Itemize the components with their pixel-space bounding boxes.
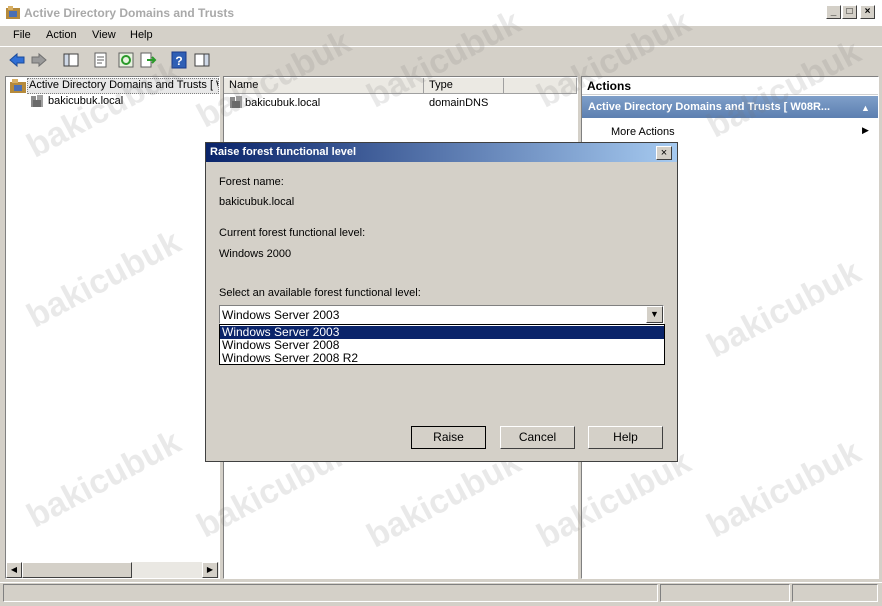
forest-name-label: Forest name: <box>219 176 284 188</box>
maximize-button[interactable]: □ <box>842 5 857 19</box>
menu-view[interactable]: View <box>92 29 116 41</box>
submenu-arrow-icon: ▶ <box>862 125 869 135</box>
actions-header: Actions <box>582 77 878 95</box>
dropdown-option[interactable]: Windows Server 2008 R2 <box>220 352 664 365</box>
chevron-down-icon[interactable]: ▼ <box>646 306 663 323</box>
ad-domains-trusts-icon <box>10 79 26 93</box>
export-list-icon[interactable] <box>139 51 157 69</box>
menu-action[interactable]: Action <box>46 29 77 41</box>
scroll-thumb[interactable] <box>22 562 132 578</box>
help-button[interactable]: Help <box>588 426 663 449</box>
tree-node-domain[interactable]: bakicubuk.local <box>48 95 123 107</box>
forward-arrow-icon[interactable] <box>30 51 48 69</box>
cancel-button[interactable]: Cancel <box>500 426 575 449</box>
ad-domains-trusts-app-icon <box>6 6 20 19</box>
svg-text:?: ? <box>175 54 182 68</box>
status-cell-main <box>3 584 658 602</box>
scroll-right-arrow-icon[interactable]: ▶ <box>202 562 218 578</box>
collapse-up-icon[interactable]: ▲ <box>861 103 870 113</box>
dialog-title: Raise forest functional level <box>210 146 357 158</box>
domain-icon <box>230 96 242 108</box>
action-more-actions[interactable]: More Actions <box>611 126 675 138</box>
current-level-value: Windows 2000 <box>219 248 292 260</box>
tree-root-node[interactable]: Active Directory Domains and Trusts [ W <box>27 78 219 94</box>
close-button[interactable]: × <box>860 5 875 19</box>
status-cell-2 <box>660 584 790 602</box>
domain-icon <box>31 95 43 107</box>
raise-button[interactable]: Raise <box>411 426 486 449</box>
column-header-name[interactable]: Name <box>224 78 424 94</box>
list-item-type: domainDNS <box>429 97 489 109</box>
combobox-selected-value: Windows Server 2003 <box>222 308 340 322</box>
select-level-label: Select an available forest functional le… <box>219 287 421 299</box>
menu-file[interactable]: File <box>13 29 31 41</box>
window-title: Active Directory Domains and Trusts <box>24 6 235 20</box>
dialog-close-button[interactable]: × <box>656 146 672 160</box>
status-cell-3 <box>792 584 878 602</box>
list-item-name[interactable]: bakicubuk.local <box>245 97 320 109</box>
menu-help[interactable]: Help <box>130 29 153 41</box>
show-hide-action-pane-icon[interactable] <box>193 51 211 69</box>
minimize-button[interactable]: _ <box>826 5 841 19</box>
help-icon[interactable]: ? <box>170 51 188 69</box>
column-header-type[interactable]: Type <box>424 78 504 94</box>
back-arrow-icon[interactable] <box>8 51 26 69</box>
raise-forest-functional-level-dialog <box>205 142 678 462</box>
forest-name-value: bakicubuk.local <box>219 196 295 208</box>
scroll-left-arrow-icon[interactable]: ◀ <box>6 562 22 578</box>
refresh-icon[interactable] <box>117 51 135 69</box>
column-header-empty <box>504 78 577 94</box>
show-hide-console-tree-icon[interactable] <box>62 51 80 69</box>
properties-icon[interactable] <box>92 51 110 69</box>
console-tree-pane <box>5 76 220 579</box>
actions-section-title[interactable]: Active Directory Domains and Trusts [ W0… <box>582 96 878 118</box>
current-level-label: Current forest functional level: <box>219 227 366 239</box>
